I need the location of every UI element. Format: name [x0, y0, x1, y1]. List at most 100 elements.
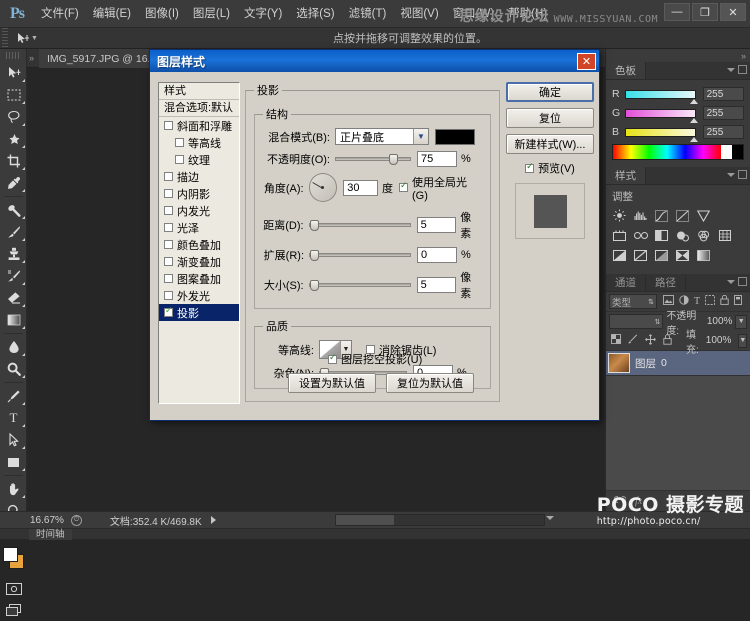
opacity-input[interactable]: 75 — [417, 151, 457, 167]
shadow-color-swatch[interactable] — [435, 129, 475, 145]
opacity-value[interactable]: 100% — [706, 315, 732, 329]
brightness-contrast-icon[interactable] — [612, 208, 627, 223]
chevron-down-icon[interactable]: ▼ — [413, 129, 428, 144]
opacity-dropdown-icon[interactable]: ▼ — [735, 315, 747, 329]
tab-styles[interactable]: 样式 — [606, 167, 646, 184]
checkbox-use-global-light[interactable] — [399, 183, 408, 192]
spectrum-gradient[interactable] — [613, 145, 721, 159]
distance-slider[interactable] — [309, 218, 411, 232]
color-thumb-b[interactable] — [690, 137, 698, 142]
layer-name-label[interactable]: 图层 — [635, 356, 656, 371]
checkbox-bevel-emboss[interactable] — [164, 121, 173, 130]
style-item-inner-glow[interactable]: 内发光 — [159, 202, 239, 219]
menu-image[interactable]: 图像(I) — [138, 0, 186, 28]
crop-tool[interactable] — [0, 150, 27, 172]
menu-layer[interactable]: 图层(L) — [186, 0, 237, 28]
checkbox-inner-glow[interactable] — [164, 206, 173, 215]
eraser-tool[interactable] — [0, 287, 27, 309]
foreground-background-colors[interactable] — [0, 542, 27, 576]
menu-help[interactable]: 帮助(H) — [501, 0, 554, 28]
style-item-inner-shadow[interactable]: 内阴影 — [159, 185, 239, 202]
color-value-g[interactable]: 255 — [703, 106, 744, 120]
clone-stamp-tool[interactable] — [0, 243, 27, 265]
style-item-satin[interactable]: 光泽 — [159, 219, 239, 236]
spread-input[interactable]: 0 — [417, 247, 457, 263]
color-slider-r[interactable]: R 255 — [612, 87, 744, 101]
gradient-tool[interactable] — [0, 309, 27, 331]
style-item-stroke[interactable]: 描边 — [159, 168, 239, 185]
selective-color-icon[interactable] — [696, 248, 711, 263]
current-tool-move-icon[interactable]: ▼ — [16, 29, 46, 47]
spectrum-white[interactable] — [721, 145, 732, 159]
curves-icon[interactable] — [654, 208, 669, 223]
spectrum-black[interactable] — [732, 145, 743, 159]
horizontal-scrollbar[interactable] — [335, 514, 545, 526]
color-balance-icon[interactable] — [633, 228, 648, 243]
style-item-drop-shadow[interactable]: 投影 — [159, 304, 239, 321]
move-tool[interactable] — [0, 62, 27, 84]
filter-shape-icon[interactable] — [705, 295, 715, 308]
tab-timeline[interactable]: 时间轴 — [29, 529, 72, 540]
spread-slider-knob[interactable] — [310, 250, 319, 261]
gradient-map-icon[interactable] — [675, 248, 690, 263]
filter-type-icon[interactable]: T — [694, 296, 700, 307]
opacity-slider[interactable] — [335, 152, 411, 166]
posterize-icon[interactable] — [633, 248, 648, 263]
checkbox-color-overlay[interactable] — [164, 240, 173, 249]
hue-saturation-icon[interactable] — [612, 228, 627, 243]
options-bar-grip[interactable] — [2, 28, 8, 49]
layer-row-0[interactable]: 图层 0 — [606, 350, 750, 376]
menu-type[interactable]: 文字(Y) — [237, 0, 289, 28]
restore-button[interactable]: ❐ — [692, 3, 718, 21]
tab-paths[interactable]: 路径 — [646, 274, 686, 291]
hand-tool[interactable] — [0, 478, 27, 500]
close-button[interactable]: ✕ — [720, 3, 746, 21]
new-style-button[interactable]: 新建样式(W)... — [506, 134, 594, 154]
color-slider-b[interactable]: B 255 — [612, 125, 744, 139]
document-tab-grip[interactable]: » — [29, 53, 36, 64]
dialog-close-button[interactable]: ✕ — [577, 53, 596, 70]
marquee-tool[interactable] — [0, 84, 27, 106]
channel-mixer-icon[interactable] — [696, 228, 711, 243]
distance-slider-knob[interactable] — [310, 220, 319, 231]
path-selection-tool[interactable] — [0, 429, 27, 451]
menu-select[interactable]: 选择(S) — [289, 0, 341, 28]
menu-view[interactable]: 视图(V) — [393, 0, 445, 28]
preview-row[interactable]: 预览(V) — [506, 160, 594, 176]
size-input[interactable]: 5 — [417, 277, 457, 293]
angle-dial[interactable] — [309, 173, 338, 202]
link-layers-icon[interactable] — [614, 495, 626, 507]
pen-tool[interactable] — [0, 385, 27, 407]
filter-smartobject-icon[interactable] — [720, 295, 729, 308]
eyedropper-tool[interactable] — [0, 172, 27, 194]
spot-healing-brush-tool[interactable] — [0, 199, 27, 221]
rectangle-shape-tool[interactable] — [0, 451, 27, 473]
color-thumb-g[interactable] — [690, 118, 698, 123]
quick-mask-toggle[interactable] — [0, 579, 27, 599]
lock-image-icon[interactable] — [628, 334, 638, 347]
checkbox-layer-knockout[interactable] — [328, 355, 337, 364]
menu-window[interactable]: 窗口(W) — [446, 0, 502, 28]
brush-tool[interactable] — [0, 221, 27, 243]
reset-button[interactable]: 复位 — [506, 108, 594, 128]
layer-style-fx-icon[interactable]: fx — [635, 496, 642, 507]
fill-dropdown-icon[interactable]: ▼ — [738, 334, 747, 348]
use-global-light-row[interactable]: 使用全局光(G) — [399, 174, 482, 202]
menu-edit[interactable]: 编辑(E) — [86, 0, 138, 28]
blend-mode-select[interactable]: 正片叠底 ▼ — [335, 128, 429, 145]
menu-filter[interactable]: 滤镜(T) — [342, 0, 394, 28]
lock-transparent-icon[interactable] — [611, 334, 621, 347]
checkbox-pattern-overlay[interactable] — [164, 274, 173, 283]
style-item-texture[interactable]: 纹理 — [159, 151, 239, 168]
reset-to-default-button[interactable]: 复位为默认值 — [386, 373, 474, 393]
color-track-b[interactable] — [625, 128, 696, 137]
dialog-title-bar[interactable]: 图层样式 ✕ — [150, 50, 599, 72]
invert-icon[interactable] — [612, 248, 627, 263]
styles-list[interactable]: 样式 混合选项:默认 斜面和浮雕 等高线 纹理 描边 内阴影 — [158, 82, 240, 404]
checkbox-inner-shadow[interactable] — [164, 189, 173, 198]
style-item-gradient-overlay[interactable]: 渐变叠加 — [159, 253, 239, 270]
toolbar-grip[interactable] — [6, 52, 20, 59]
color-panel-menu[interactable] — [727, 65, 747, 74]
type-tool[interactable]: T — [0, 407, 27, 429]
blur-tool[interactable] — [0, 336, 27, 358]
